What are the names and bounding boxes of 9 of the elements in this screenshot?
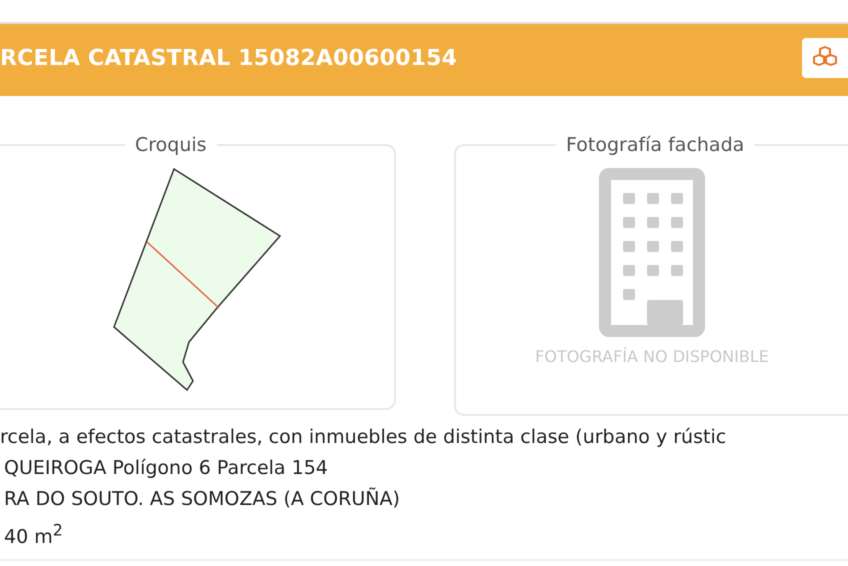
detail-text: rcela, a efectos catastrales, con inmuebles de distinta clase (urbano y rústic — [0, 425, 728, 450]
panel-title: Fotografía fachada — [565, 134, 746, 156]
cubes-button[interactable] — [802, 38, 848, 78]
panel-title: Croquis — [134, 134, 208, 156]
detail-text: 40 m$^{2}$ — [3, 520, 64, 550]
detail-text: QUEIROGA Polígono 6 Parcela 154 — [3, 456, 329, 481]
detail-text: RA DO SOUTO. AS SOMOZAS (A CORUÑA) — [3, 486, 401, 512]
parcel-title: RCELA CATASTRAL 15082A00600154 — [0, 46, 458, 70]
building-icon — [599, 168, 705, 337]
